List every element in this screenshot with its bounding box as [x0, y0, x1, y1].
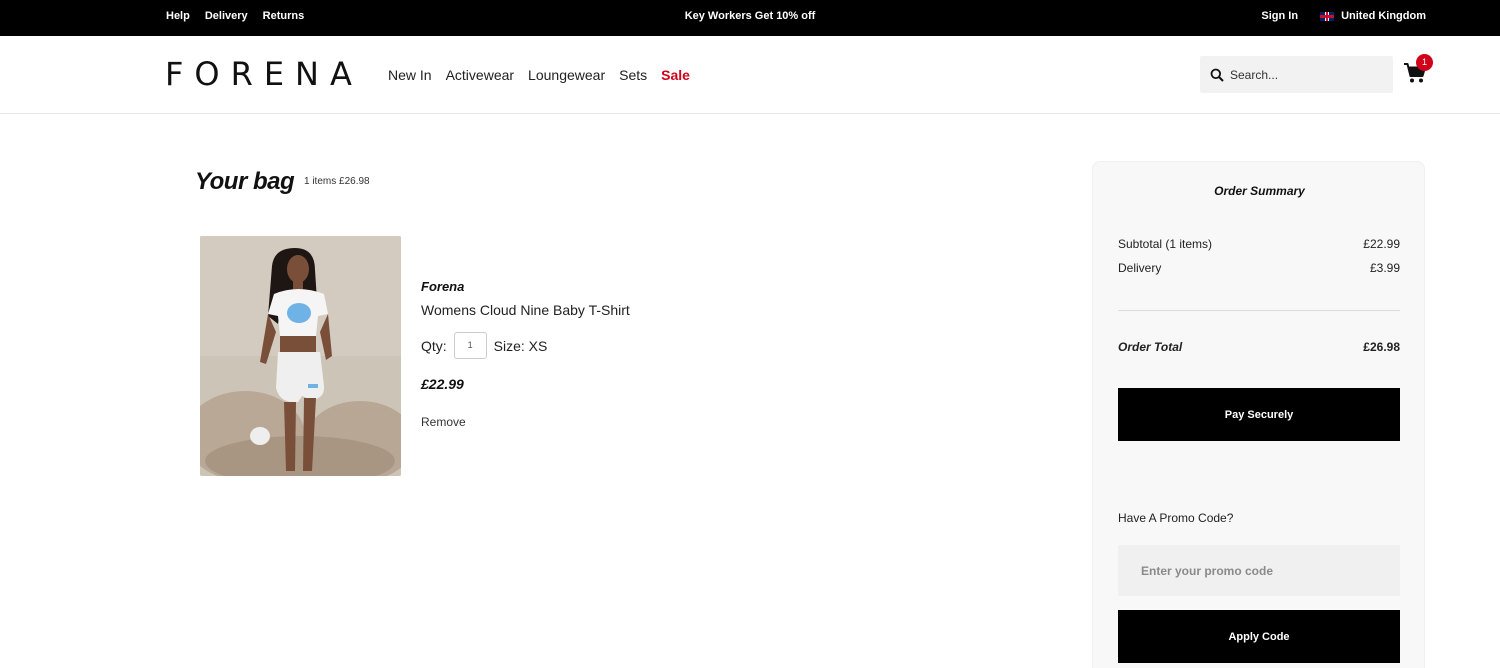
nav-loungewear[interactable]: Loungewear	[528, 67, 605, 83]
pay-securely-button[interactable]: Pay Securely	[1118, 388, 1400, 441]
size-label: Size: XS	[493, 337, 548, 354]
nav-sale[interactable]: Sale	[661, 67, 690, 83]
order-summary-panel: Order Summary Subtotal (1 items) £22.99 …	[1092, 161, 1425, 668]
subtotal-label: Subtotal (1 items)	[1118, 237, 1213, 251]
remove-item-button[interactable]: Remove	[421, 415, 466, 429]
returns-link[interactable]: Returns	[263, 10, 305, 22]
region-selector[interactable]: United Kingdom	[1341, 10, 1426, 22]
subtotal-row: Subtotal (1 items) £22.99	[1118, 237, 1400, 251]
bag-item-count: 1 items £26.98	[304, 176, 370, 187]
nav-new-in[interactable]: New In	[388, 67, 432, 83]
cart-count-badge: 1	[1416, 54, 1433, 71]
subtotal-value: £22.99	[1363, 237, 1400, 251]
nav-sets[interactable]: Sets	[619, 67, 647, 83]
summary-divider	[1118, 310, 1400, 311]
order-total-row: Order Total £26.98	[1118, 340, 1400, 354]
delivery-value: £3.99	[1369, 261, 1400, 275]
delivery-row: Delivery £3.99	[1118, 261, 1400, 275]
order-total-value: £26.98	[1363, 340, 1400, 354]
help-link[interactable]: Help	[166, 10, 190, 22]
sign-in-link[interactable]: Sign In	[1261, 10, 1298, 22]
account-region: Sign In United Kingdom	[1261, 10, 1426, 22]
order-summary-title: Order Summary	[1214, 184, 1305, 198]
search-box	[1200, 56, 1393, 93]
page-title: Your bag	[195, 168, 295, 195]
product-name[interactable]: Womens Cloud Nine Baby T-Shirt	[421, 302, 630, 318]
quantity-size-row: Qty: 1 Size: XS	[421, 332, 547, 359]
delivery-link[interactable]: Delivery	[205, 10, 248, 22]
main-nav: New In Activewear Loungewear Sets Sale	[388, 67, 690, 83]
search-input[interactable]	[1230, 67, 1380, 82]
qty-label: Qty:	[421, 337, 447, 354]
promo-code-input[interactable]	[1118, 545, 1400, 596]
site-logo[interactable]: FORENA	[165, 55, 363, 93]
delivery-label: Delivery	[1118, 261, 1162, 275]
quantity-input[interactable]: 1	[453, 332, 487, 359]
announcement-bar: Help Delivery Returns Key Workers Get 10…	[0, 0, 1500, 36]
nav-activewear[interactable]: Activewear	[446, 67, 514, 83]
search-icon[interactable]	[1210, 68, 1224, 82]
order-total-label: Order Total	[1118, 340, 1183, 354]
product-price: £22.99	[421, 376, 464, 392]
uk-flag-icon	[1320, 11, 1335, 21]
product-brand: Forena	[421, 279, 465, 294]
site-header: FORENA New In Activewear Loungewear Sets…	[0, 36, 1500, 114]
product-image[interactable]	[200, 236, 401, 476]
apply-code-button[interactable]: Apply Code	[1118, 610, 1400, 663]
help-links: Help Delivery Returns	[166, 10, 319, 22]
promo-code-label: Have A Promo Code?	[1118, 511, 1234, 525]
